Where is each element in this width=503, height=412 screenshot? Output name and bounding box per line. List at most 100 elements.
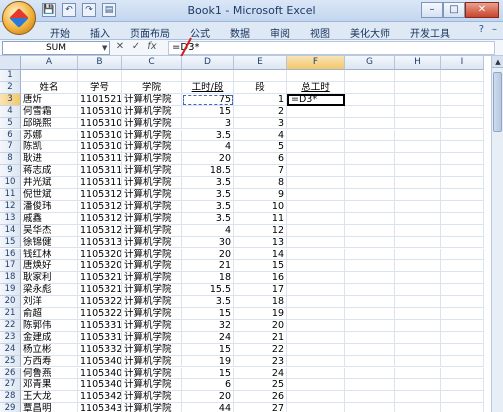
table-cell[interactable]: [345, 189, 395, 201]
table-cell[interactable]: 11053106: [78, 129, 122, 142]
enter-formula-icon[interactable]: ✓: [130, 41, 142, 52]
table-cell[interactable]: 3.5: [182, 212, 234, 225]
table-cell[interactable]: 27: [234, 403, 287, 412]
table-cell[interactable]: 25: [234, 379, 287, 392]
table-cell[interactable]: [441, 331, 484, 344]
row-header[interactable]: 8: [0, 153, 21, 166]
table-cell[interactable]: 18: [182, 272, 234, 285]
table-cell[interactable]: [287, 296, 345, 308]
row-header[interactable]: 25: [0, 355, 21, 368]
row-header[interactable]: 19: [0, 284, 21, 297]
table-cell[interactable]: [78, 70, 122, 82]
column-header[interactable]: G: [345, 56, 395, 70]
table-cell[interactable]: [395, 379, 441, 392]
table-cell[interactable]: 3.5: [182, 177, 234, 189]
table-cell[interactable]: 18.5: [182, 165, 234, 178]
column-header[interactable]: F: [287, 56, 345, 70]
row-header[interactable]: 16: [0, 248, 21, 261]
table-cell[interactable]: 11053130: [78, 236, 122, 249]
table-cell[interactable]: [441, 177, 484, 189]
table-cell[interactable]: 21: [182, 260, 234, 273]
table-cell[interactable]: [345, 177, 395, 189]
table-cell[interactable]: [395, 343, 441, 356]
table-cell[interactable]: [345, 403, 395, 412]
table-cell[interactable]: [345, 367, 395, 380]
table-cell[interactable]: 11053212: [78, 272, 122, 285]
spreadsheet-grid[interactable]: ABCDEFGHI12姓名学号学院工时/段段总工时3唐炘11015218计算机学…: [0, 56, 491, 412]
table-cell[interactable]: 金建成: [21, 331, 78, 344]
table-cell[interactable]: [345, 212, 395, 225]
table-cell[interactable]: [441, 129, 484, 142]
table-cell[interactable]: [287, 117, 345, 130]
table-cell[interactable]: [441, 81, 484, 94]
ribbon-tab[interactable]: 开始: [40, 24, 80, 41]
table-cell[interactable]: 11053102: [78, 105, 122, 118]
row-header[interactable]: 29: [0, 403, 21, 412]
table-cell[interactable]: 32: [182, 319, 234, 332]
ribbon-tab[interactable]: 插入: [80, 24, 120, 41]
table-cell[interactable]: 5: [234, 141, 287, 154]
table-cell[interactable]: [395, 224, 441, 237]
table-cell[interactable]: 计算机学院: [122, 355, 182, 368]
table-cell[interactable]: [395, 248, 441, 261]
table-cell[interactable]: 11053403: [78, 367, 122, 380]
table-cell[interactable]: [345, 248, 395, 261]
table-cell[interactable]: 11053115: [78, 177, 122, 189]
table-cell[interactable]: 刘洋: [21, 296, 78, 308]
table-cell[interactable]: 计算机学院: [122, 200, 182, 213]
table-cell[interactable]: [395, 129, 441, 142]
table-cell[interactable]: 计算机学院: [122, 272, 182, 285]
column-header[interactable]: B: [78, 56, 122, 70]
table-cell[interactable]: 计算机学院: [122, 391, 182, 404]
table-cell[interactable]: [395, 272, 441, 285]
table-cell[interactable]: 3.5: [182, 296, 234, 308]
table-cell[interactable]: 21: [234, 331, 287, 344]
table-cell[interactable]: 17: [234, 284, 287, 297]
table-cell[interactable]: 75: [182, 93, 234, 106]
select-all-corner[interactable]: [0, 56, 21, 70]
table-cell[interactable]: 11053402: [78, 355, 122, 368]
table-cell[interactable]: [441, 105, 484, 118]
table-cell[interactable]: [287, 391, 345, 404]
table-cell[interactable]: [345, 296, 395, 308]
table-cell[interactable]: [287, 331, 345, 344]
row-header[interactable]: 5: [0, 117, 21, 130]
table-cell[interactable]: [287, 272, 345, 285]
row-header[interactable]: 17: [0, 260, 21, 273]
row-header[interactable]: 1: [0, 70, 21, 82]
minimize-button[interactable]: –: [421, 2, 443, 18]
table-cell[interactable]: [287, 236, 345, 249]
table-cell[interactable]: 11053408: [78, 379, 122, 392]
table-cell[interactable]: [441, 391, 484, 404]
table-cell[interactable]: [287, 403, 345, 412]
table-cell[interactable]: [345, 319, 395, 332]
ribbon-minimize-icon[interactable]: –: [492, 24, 497, 35]
column-header[interactable]: D: [182, 56, 234, 70]
table-cell[interactable]: 邱晓熙: [21, 117, 78, 130]
table-cell[interactable]: [287, 141, 345, 154]
ribbon-tab[interactable]: 开发工具: [400, 24, 460, 41]
table-cell[interactable]: [345, 93, 395, 106]
table-cell[interactable]: 11053435: [78, 403, 122, 412]
table-cell[interactable]: [395, 260, 441, 273]
name-box[interactable]: SUM: [2, 41, 110, 55]
table-cell[interactable]: 44: [182, 403, 234, 412]
table-cell[interactable]: 计算机学院: [122, 141, 182, 154]
table-cell[interactable]: 钱红林: [21, 248, 78, 261]
table-cell[interactable]: 计算机学院: [122, 296, 182, 308]
table-cell[interactable]: 11053219: [78, 284, 122, 297]
table-cell[interactable]: [441, 165, 484, 178]
table-cell[interactable]: [441, 319, 484, 332]
table-cell[interactable]: [441, 284, 484, 297]
table-cell[interactable]: [287, 308, 345, 320]
row-header[interactable]: 26: [0, 367, 21, 380]
table-cell[interactable]: [395, 200, 441, 213]
table-cell[interactable]: 3.5: [182, 189, 234, 201]
table-cell[interactable]: [345, 224, 395, 237]
table-cell[interactable]: [122, 70, 182, 82]
row-header[interactable]: 13: [0, 212, 21, 225]
table-cell[interactable]: 计算机学院: [122, 248, 182, 261]
table-cell[interactable]: 26: [234, 391, 287, 404]
table-cell[interactable]: [345, 165, 395, 178]
table-cell[interactable]: 计算机学院: [122, 117, 182, 130]
